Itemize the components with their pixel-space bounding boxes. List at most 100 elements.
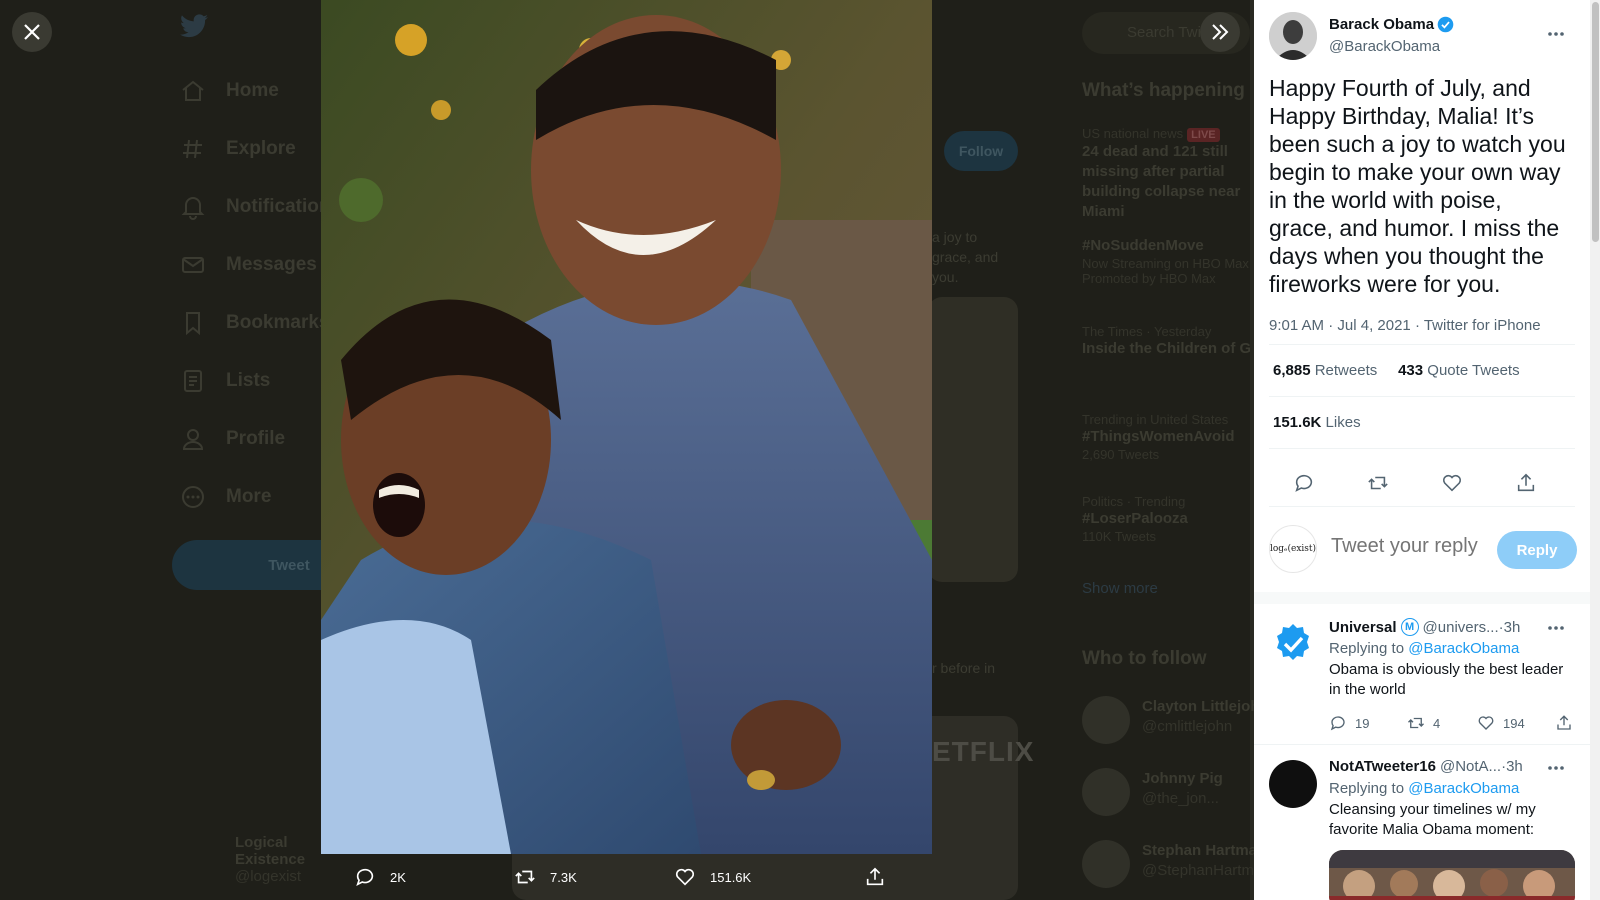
reply-more-button[interactable] [1546, 758, 1566, 778]
reply-actions: 19 4 194 [1329, 714, 1575, 734]
mail-icon [182, 257, 204, 273]
background-avatar [1082, 840, 1130, 888]
tweet-author: Barack Obama @BarackObama [1269, 12, 1575, 62]
retweets-stat[interactable]: 6,885 Retweets [1273, 362, 1377, 379]
retweet-button[interactable] [1365, 470, 1391, 496]
tweet-text: Happy Fourth of July, and Happy Birthday… [1269, 75, 1566, 297]
tweet-more-button[interactable] [1546, 24, 1566, 44]
reply-media-image [1329, 850, 1575, 900]
current-user-avatar[interactable]: logₑ(exist) [1269, 525, 1317, 573]
nav-messages-label: Messages [226, 254, 317, 275]
nav-lists-label: Lists [226, 370, 271, 391]
collapse-panel-button[interactable] [1200, 12, 1240, 52]
retweet-icon [1408, 717, 1424, 729]
tweet-date[interactable]: Jul 4, 2021 [1337, 317, 1410, 334]
reply-button[interactable] [1291, 470, 1317, 496]
photo-share-button[interactable] [864, 866, 900, 888]
reply-media[interactable] [1329, 850, 1575, 900]
divider [1269, 448, 1575, 449]
trend-sub: 2,690 Tweets [1082, 447, 1160, 462]
reply-more-button[interactable] [1546, 618, 1566, 638]
section-separator [1254, 592, 1590, 604]
reply-author-badge: M [1400, 618, 1419, 636]
trend-title: Inside the Children of God [1082, 340, 1250, 357]
nav-home-label: Home [226, 80, 279, 101]
bell-icon [181, 197, 205, 220]
reply-author-name[interactable]: Universal [1329, 619, 1397, 636]
reply-header: NotATweeter16 @NotA... · 3h [1329, 758, 1544, 775]
nav-bookmarks: Bookmarks [180, 294, 341, 352]
close-button[interactable] [12, 12, 52, 52]
reply-reply-button[interactable]: 19 [1329, 714, 1369, 732]
double-chevron-right-icon [1212, 24, 1229, 40]
meta-separator: · [1324, 317, 1338, 334]
background-who-to-follow: Who to follow [1082, 648, 1207, 669]
reply-author-handle[interactable]: @NotA... [1440, 758, 1501, 775]
reply-tweet[interactable]: Universal M @univers... · 3h Replying to… [1269, 618, 1575, 748]
background-nav: Home Explore Notifications Messages Book… [180, 62, 341, 526]
more-dots-icon [1548, 626, 1564, 630]
follow-suggestion-name: Johnny Pig [1142, 770, 1223, 787]
reply-retweet-button[interactable]: 4 [1407, 714, 1440, 732]
background-netflix-text: ETFLIX [932, 736, 1035, 767]
reply-share-button[interactable] [1555, 714, 1581, 732]
photo-retweet-count: 7.3K [550, 869, 577, 885]
likes-stat[interactable]: 151.6K Likes [1273, 414, 1361, 431]
reply-avatar[interactable] [1269, 760, 1317, 808]
close-icon [24, 24, 40, 40]
background-trend: Politics · Trending #LoserPalooza 110K T… [1082, 494, 1250, 544]
reply-author-handle[interactable]: @univers... [1423, 619, 1499, 636]
background-avatar [1082, 696, 1130, 744]
reply-icon [356, 868, 374, 886]
background-user: Logical Existence @logexist [180, 834, 320, 885]
author-handle[interactable]: @BarackObama [1329, 38, 1440, 55]
trend-title: #NoSuddenMove [1082, 237, 1204, 254]
trend-promo: Promoted by HBO Max [1082, 271, 1216, 286]
tweet-time[interactable]: 9:01 AM [1269, 317, 1324, 334]
quotes-stat[interactable]: 433 Quote Tweets [1398, 362, 1519, 379]
list-icon [184, 370, 202, 392]
author-name-row[interactable]: Barack Obama [1329, 16, 1454, 33]
reply-author-name[interactable]: NotATweeter16 [1329, 758, 1436, 775]
home-icon [182, 80, 204, 101]
more-circle-icon [182, 486, 204, 508]
replying-to-link[interactable]: @BarackObama [1408, 640, 1519, 657]
photo-retweet-button[interactable]: 7.3K [514, 866, 577, 888]
retweets-count: 6,885 [1273, 362, 1311, 379]
follow-suggestion-name: Clayton Littlejohn [1142, 698, 1269, 715]
reply-input[interactable] [1331, 535, 1491, 558]
heart-icon [675, 868, 695, 886]
nav-explore: Explore [180, 120, 341, 178]
replying-to: Replying to @BarackObama [1329, 640, 1519, 657]
quotes-label: Quote Tweets [1427, 362, 1520, 379]
share-button[interactable] [1513, 470, 1539, 496]
retweet-icon [515, 870, 535, 884]
tweet-source[interactable]: Twitter for iPhone [1424, 317, 1541, 334]
meta-separator: · [1410, 317, 1424, 334]
tweet-photo[interactable] [321, 0, 932, 854]
live-badge: LIVE [1187, 128, 1220, 142]
reply-tweet[interactable]: NotATweeter16 @NotA... · 3h Replying to … [1269, 758, 1575, 900]
follow-suggestion-handle: @cmlittlejohn [1142, 718, 1233, 735]
author-avatar[interactable] [1269, 12, 1317, 60]
share-icon [1557, 715, 1571, 730]
replying-to-link[interactable]: @BarackObama [1408, 780, 1519, 797]
trend-category: The Times · Yesterday [1082, 324, 1212, 339]
nav-more-label: More [226, 486, 272, 507]
retweet-icon [1368, 476, 1388, 490]
reply-like-button[interactable]: 194 [1477, 714, 1525, 732]
author-name[interactable]: Barack Obama [1329, 16, 1434, 33]
photo-reply-button[interactable]: 2K [354, 866, 406, 888]
trend-category: US national news [1082, 126, 1184, 141]
reply-time[interactable]: 3h [1504, 619, 1521, 636]
photo-like-button[interactable]: 151.6K [674, 866, 751, 888]
nav-notifications: Notifications [180, 178, 341, 236]
reply-avatar[interactable] [1269, 620, 1317, 668]
scrollbar-thumb[interactable] [1592, 2, 1599, 242]
background-snippet: you. [932, 269, 959, 285]
photo-action-bar: 2K 7.3K 151.6K [354, 866, 914, 892]
reply-submit-button[interactable]: Reply [1497, 531, 1577, 569]
reply-time[interactable]: 3h [1506, 758, 1523, 775]
nav-messages: Messages [180, 236, 341, 294]
like-button[interactable] [1439, 470, 1465, 496]
